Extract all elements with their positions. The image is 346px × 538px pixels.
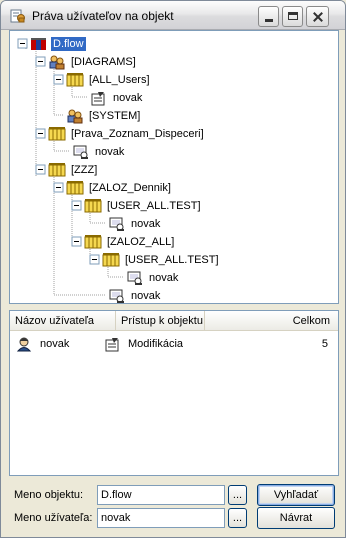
tree-node-root[interactable]: D.flow	[30, 35, 86, 53]
minimize-button[interactable]	[258, 6, 279, 27]
cell-access-label: Modifikácia	[128, 338, 184, 350]
access-list[interactable]: Názov užívateľa Prístup k objektu Celkom…	[9, 310, 339, 476]
maximize-button[interactable]	[282, 6, 303, 27]
modify-access-icon	[105, 338, 119, 352]
tree-node-label: D.flow	[51, 37, 86, 51]
tree-node-label: [ALL_Users]	[89, 74, 150, 86]
user-access-icon	[91, 92, 105, 106]
user-icon	[127, 271, 142, 285]
tree-node-label: [ZALOZ_ALL]	[107, 236, 175, 248]
window-title: Práva užívateľov na objekt	[32, 9, 174, 23]
permissions-tree[interactable]: D.flow [DIAGRAMS] [ALL_Users] novak [SYS…	[9, 30, 339, 304]
tree-node-user[interactable]: novak	[126, 269, 180, 287]
object-name-label: Meno objektu:	[14, 489, 84, 501]
tree-node-user[interactable]: novak	[90, 89, 144, 107]
user-name-input[interactable]	[97, 508, 225, 528]
object-name-input[interactable]	[97, 485, 225, 505]
column-header-total[interactable]: Celkom	[205, 311, 338, 331]
cell-user-label: novak	[40, 338, 70, 350]
tree-node-users-group[interactable]: [ZALOZ_Dennik]	[66, 179, 173, 197]
tree-node-label: novak	[149, 272, 179, 284]
tree-node-label: [USER_ALL.TEST]	[107, 200, 201, 212]
cell-access: Modifikácia	[104, 335, 183, 353]
back-button[interactable]: Návrat	[257, 507, 335, 529]
column-header-user[interactable]: Názov užívateľa	[10, 311, 116, 331]
tree-node-users-group[interactable]: [ALL_Users]	[66, 71, 152, 89]
users-group-icon	[66, 73, 84, 87]
tree-node-users-group[interactable]: [ZZZ]	[48, 161, 99, 179]
group-icon	[67, 109, 83, 124]
app-icon	[10, 9, 25, 23]
list-header: Názov užívateľa Prístup k objektu Celkom	[10, 311, 338, 331]
tree-node-group[interactable]: [SYSTEM]	[66, 107, 142, 125]
users-group-icon	[48, 127, 66, 141]
users-group-icon	[48, 163, 66, 177]
tree-node-label: [SYSTEM]	[89, 110, 141, 122]
users-group-icon	[102, 253, 120, 267]
tree-node-user[interactable]: novak	[108, 287, 162, 305]
tree-node-label: novak	[131, 218, 161, 230]
users-group-icon	[84, 199, 102, 213]
users-group-icon	[84, 235, 102, 249]
tree-node-label: [ZZZ]	[71, 164, 98, 176]
close-button[interactable]	[306, 6, 329, 27]
tree-node-users-group[interactable]: [USER_ALL.TEST]	[84, 197, 203, 215]
column-header-access[interactable]: Prístup k objektu	[116, 311, 205, 331]
list-row[interactable]: novak Modifikácia 5	[10, 335, 338, 353]
tree-node-label: [DIAGRAMS]	[71, 56, 136, 68]
tree-node-users-group[interactable]: [ZALOZ_ALL]	[84, 233, 176, 251]
tree-node-group[interactable]: [DIAGRAMS]	[48, 53, 138, 71]
browse-object-button[interactable]: ...	[228, 485, 247, 505]
tree-node-label: [Prava_Zoznam_Dispeceri]	[71, 128, 204, 140]
user-face-icon	[16, 337, 32, 352]
tree-node-user[interactable]: novak	[108, 215, 162, 233]
search-button[interactable]: Vyhľadať	[257, 484, 335, 506]
tree-node-user[interactable]: novak	[72, 143, 126, 161]
browse-user-button[interactable]: ...	[228, 508, 247, 528]
dialog-window: Práva užívateľov na objekt D.flow [DIAGR…	[0, 0, 346, 538]
tree-node-users-group[interactable]: [USER_ALL.TEST]	[102, 251, 221, 269]
user-name-label: Meno užívateľa:	[14, 512, 93, 524]
tree-node-users-group[interactable]: [Prava_Zoznam_Dispeceri]	[48, 125, 206, 143]
users-group-icon	[66, 181, 84, 195]
tree-node-label: novak	[95, 146, 125, 158]
tree-node-label: [ZALOZ_Dennik]	[89, 182, 171, 194]
user-icon	[109, 289, 124, 303]
cell-user: novak	[16, 335, 69, 353]
group-icon	[49, 55, 65, 70]
title-bar[interactable]: Práva užívateľov na objekt	[1, 1, 345, 30]
tree-node-label: novak	[131, 290, 161, 302]
cell-total: 5	[321, 338, 328, 350]
tree-node-label: novak	[113, 92, 143, 104]
flow-database-icon	[31, 38, 46, 50]
user-icon	[109, 217, 124, 231]
tree-node-label: [USER_ALL.TEST]	[125, 254, 219, 266]
user-icon	[73, 145, 88, 159]
